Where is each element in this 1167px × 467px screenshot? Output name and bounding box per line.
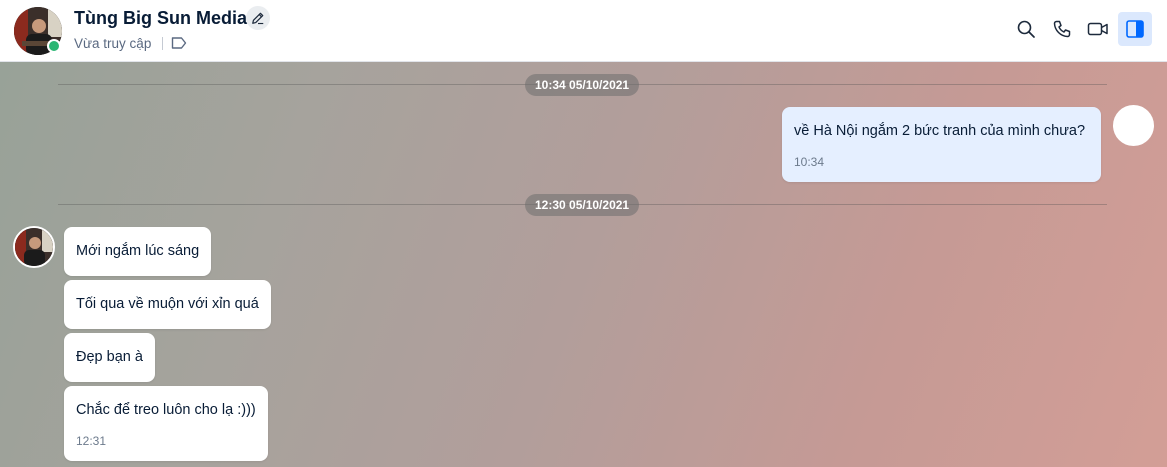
- incoming-message[interactable]: Chắc để treo luôn cho lạ :))) 12:31: [64, 386, 268, 461]
- message-text: Tối qua về muộn với xỉn quá: [76, 296, 259, 312]
- online-status-dot: [47, 39, 61, 53]
- outgoing-message[interactable]: về Hà Nội ngắm 2 bức tranh của mình chưa…: [782, 107, 1101, 182]
- video-call-icon: [1087, 22, 1108, 36]
- message-list[interactable]: 10:34 05/10/2021 về Hà Nội ngắm 2 bức tr…: [0, 62, 1167, 467]
- message-text: Mới ngắm lúc sáng: [76, 243, 200, 259]
- phone-icon: [1053, 20, 1071, 38]
- search-button[interactable]: [1009, 12, 1043, 46]
- contact-avatar-small[interactable]: [13, 226, 55, 268]
- chat-header: Tùng Big Sun Media Vừa truy cập: [0, 0, 1167, 62]
- last-active-status: Vừa truy cập: [74, 36, 152, 51]
- time-divider-label: 12:30 05/10/2021: [525, 194, 640, 216]
- sidebar-toggle-icon: [1126, 20, 1144, 38]
- contact-name: Tùng Big Sun Media: [74, 8, 247, 28]
- message-text: Chắc để treo luôn cho lạ :))): [76, 402, 256, 418]
- time-divider-label: 10:34 05/10/2021: [525, 74, 640, 96]
- message-text: Đẹp bạn à: [76, 349, 143, 365]
- status-divider: [162, 37, 163, 50]
- incoming-message[interactable]: Đẹp bạn à: [64, 333, 155, 382]
- edit-name-button[interactable]: [246, 6, 270, 30]
- pencil-icon: [252, 12, 264, 25]
- message-time: 12:31: [76, 434, 107, 448]
- conversation-info-toggle[interactable]: [1118, 12, 1152, 46]
- video-call-button[interactable]: [1081, 12, 1115, 46]
- label-tag-button[interactable]: [171, 36, 189, 52]
- incoming-message[interactable]: Tối qua về muộn với xỉn quá: [64, 280, 271, 329]
- message-text: về Hà Nội ngắm 2 bức tranh của mình chưa…: [794, 123, 1086, 139]
- search-icon: [1017, 20, 1035, 38]
- message-time: 10:34: [794, 155, 825, 169]
- voice-call-button[interactable]: [1045, 12, 1079, 46]
- my-avatar[interactable]: [1113, 105, 1154, 146]
- incoming-message[interactable]: Mới ngắm lúc sáng: [64, 227, 212, 276]
- tag-icon: [171, 37, 187, 49]
